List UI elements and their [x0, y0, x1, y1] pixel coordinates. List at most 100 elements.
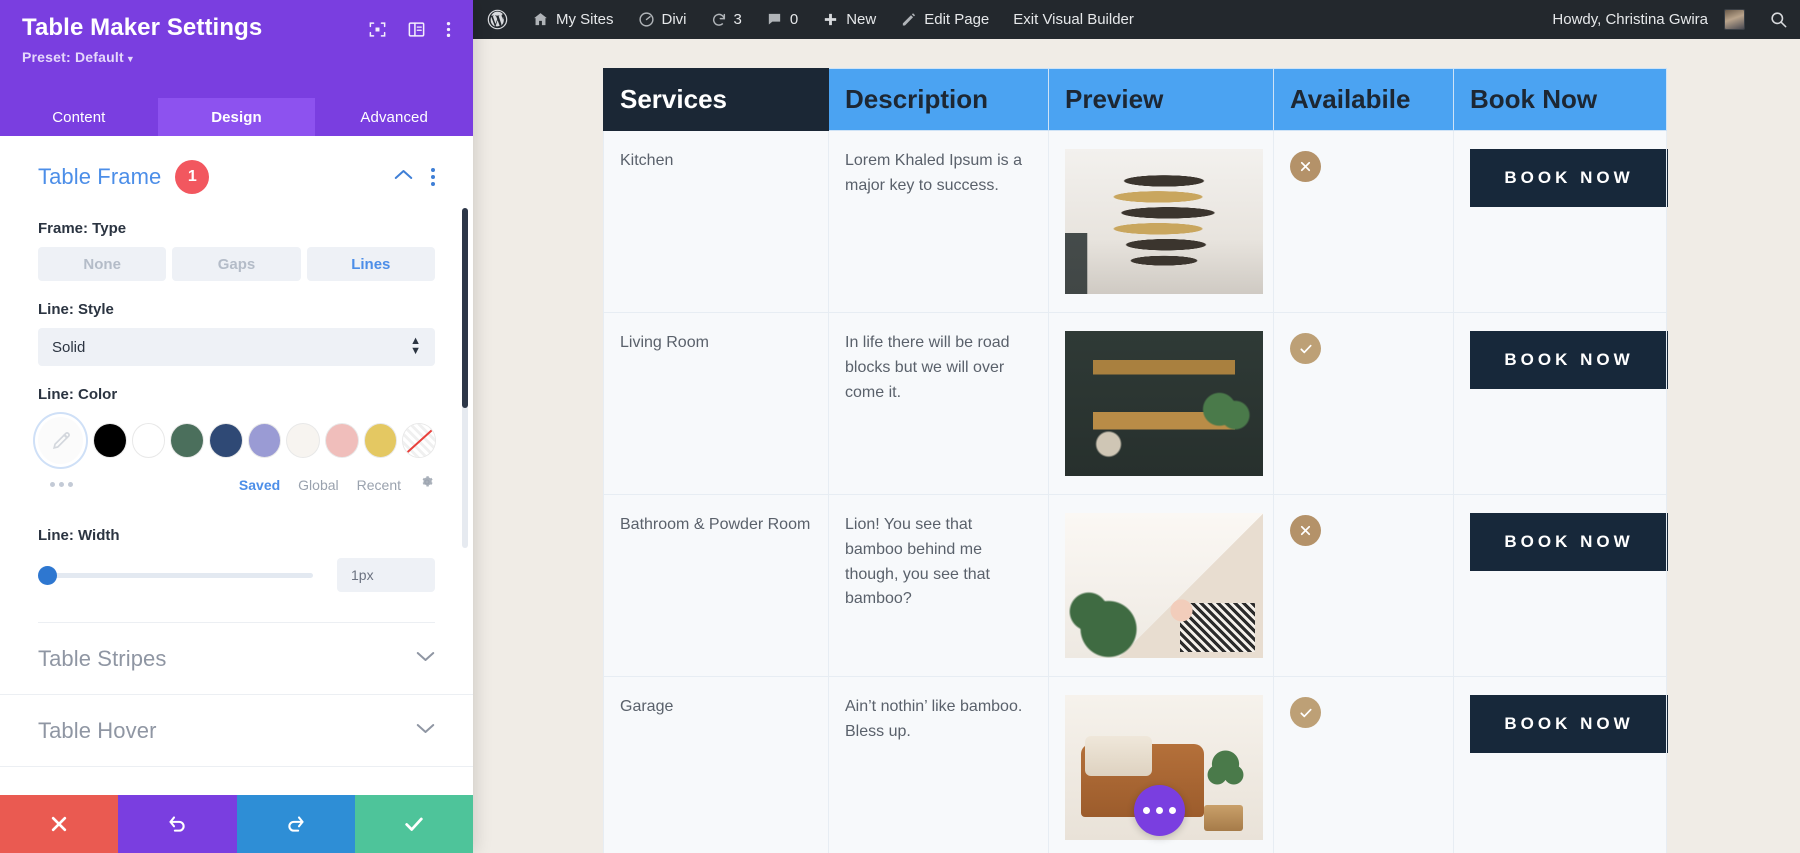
- cell-available: [1274, 131, 1454, 313]
- book-now-button[interactable]: BOOK NOW: [1470, 331, 1668, 389]
- sites-icon: [532, 11, 549, 28]
- palette-tab-global[interactable]: Global: [298, 477, 338, 493]
- wp-my-sites-item[interactable]: My Sites: [520, 0, 626, 39]
- chevron-down-icon[interactable]: [416, 650, 435, 668]
- wp-new-item[interactable]: New: [810, 0, 888, 39]
- color-swatch-green[interactable]: [171, 424, 203, 457]
- color-swatch-offwhite[interactable]: [287, 424, 319, 457]
- avatar: [1724, 9, 1745, 30]
- section-header-table-frame[interactable]: Table Frame 1: [38, 136, 435, 200]
- cell-book: BOOK NOW: [1454, 495, 1667, 677]
- save-button[interactable]: [355, 795, 473, 853]
- redo-button[interactable]: [237, 795, 355, 853]
- more-vertical-icon[interactable]: [431, 168, 435, 186]
- wp-updates-item[interactable]: 3: [699, 0, 754, 39]
- color-swatch-white[interactable]: [133, 424, 165, 457]
- page-canvas: Services Description Preview Availabile …: [473, 39, 1800, 853]
- available-icon: [1290, 697, 1321, 728]
- check-icon: [403, 813, 425, 835]
- cell-description: Lorem Khaled Ipsum is a major key to suc…: [829, 131, 1049, 313]
- palette-tab-saved[interactable]: Saved: [239, 477, 280, 493]
- ellipsis-icon: [1156, 807, 1163, 814]
- table-body: Kitchen Lorem Khaled Ipsum is a major ke…: [604, 131, 1667, 853]
- wp-comments-item[interactable]: 0: [754, 0, 810, 39]
- book-now-button[interactable]: BOOK NOW: [1470, 149, 1668, 207]
- line-style-select[interactable]: Solid ▲▼: [38, 328, 435, 366]
- section-table-frame: Table Frame 1 Frame: Type None Gaps Line…: [0, 136, 473, 623]
- wp-exit-visual-builder-item[interactable]: Exit Visual Builder: [1001, 0, 1146, 39]
- wp-edit-page-item[interactable]: Edit Page: [888, 0, 1001, 39]
- undo-button[interactable]: [118, 795, 236, 853]
- table-header-row: Services Description Preview Availabile …: [604, 69, 1667, 131]
- cancel-button[interactable]: [0, 795, 118, 853]
- frame-type-option-none[interactable]: None: [38, 247, 166, 281]
- wp-search-button[interactable]: [1757, 0, 1800, 39]
- section-title-table-hover: Table Hover: [38, 718, 157, 744]
- color-swatch-none[interactable]: [403, 424, 435, 457]
- preset-selector[interactable]: Preset: Default▼: [22, 49, 451, 65]
- section-table-stripes[interactable]: Table Stripes: [0, 623, 473, 695]
- column-header-services: Services: [604, 69, 829, 131]
- cell-description: Lion! You see that bamboo behind me thou…: [829, 495, 1049, 677]
- wp-logo-item[interactable]: [473, 0, 520, 39]
- wp-my-sites-label: My Sites: [556, 11, 614, 28]
- scrollbar-thumb[interactable]: [462, 208, 468, 408]
- chevron-up-icon[interactable]: [394, 168, 413, 186]
- settings-title-row: Table Maker Settings: [22, 14, 451, 44]
- cell-description: In life there will be road blocks but we…: [829, 313, 1049, 495]
- line-color-label: Line: Color: [38, 386, 435, 403]
- ellipsis-icon: [1143, 807, 1150, 814]
- book-now-button[interactable]: BOOK NOW: [1470, 695, 1668, 753]
- table-maker-module: Services Description Preview Availabile …: [473, 39, 1800, 853]
- wp-admin-bar: My Sites Divi 3 0 New: [473, 0, 1800, 39]
- preview-image-kitchen: [1065, 149, 1263, 294]
- gear-icon[interactable]: [419, 474, 435, 495]
- wp-account-item[interactable]: Howdy, Christina Gwira: [1538, 0, 1757, 39]
- color-swatch-black[interactable]: [94, 424, 126, 457]
- layout-icon[interactable]: [407, 20, 426, 44]
- color-picker-button[interactable]: [38, 417, 83, 464]
- wp-comments-count: 0: [790, 11, 798, 28]
- line-width-slider[interactable]: [38, 573, 313, 578]
- unavailable-icon: [1290, 515, 1321, 546]
- cell-description: Ain’t nothin’ like bamboo. Bless up.: [829, 677, 1049, 853]
- book-now-button[interactable]: BOOK NOW: [1470, 513, 1668, 571]
- frame-type-option-gaps[interactable]: Gaps: [172, 247, 300, 281]
- settings-footer: [0, 795, 473, 853]
- cell-service: Kitchen: [604, 131, 829, 313]
- more-horizontal-icon[interactable]: [50, 482, 73, 487]
- section-actions: [416, 650, 435, 668]
- wp-divi-item[interactable]: Divi: [626, 0, 699, 39]
- frame-type-option-lines[interactable]: Lines: [307, 247, 435, 281]
- line-width-label: Line: Width: [38, 527, 435, 544]
- color-swatch-periwinkle[interactable]: [249, 424, 281, 457]
- ellipsis-icon: [1169, 807, 1176, 814]
- section-table-hover[interactable]: Table Hover: [0, 695, 473, 767]
- table-maker-settings-panel: Table Maker Settings: [0, 0, 473, 853]
- frame-type-label: Frame: Type: [38, 220, 435, 237]
- color-swatch-navy[interactable]: [210, 424, 242, 457]
- table-row: Bathroom & Powder Room Lion! You see tha…: [604, 495, 1667, 677]
- wp-admin-bar-right: Howdy, Christina Gwira: [1538, 0, 1800, 39]
- tab-design[interactable]: Design: [158, 98, 316, 136]
- column-header-preview: Preview: [1049, 69, 1274, 131]
- slider-knob[interactable]: [38, 566, 57, 585]
- palette-tab-recent[interactable]: Recent: [357, 477, 401, 493]
- unavailable-icon: [1290, 151, 1321, 182]
- color-swatch-pink[interactable]: [326, 424, 358, 457]
- chevron-down-icon[interactable]: [416, 722, 435, 740]
- line-style-value: Solid: [52, 339, 85, 356]
- section-title-table-stripes: Table Stripes: [38, 646, 166, 672]
- palette-tabs: Saved Global Recent: [239, 474, 435, 495]
- cell-available: [1274, 677, 1454, 853]
- color-swatch-gold[interactable]: [365, 424, 397, 457]
- wp-exit-visual-builder-label: Exit Visual Builder: [1013, 11, 1134, 28]
- page-settings-fab[interactable]: [1134, 785, 1185, 836]
- tab-advanced[interactable]: Advanced: [315, 98, 473, 136]
- page-title: Table Maker Settings: [22, 14, 262, 43]
- plus-icon: [822, 11, 839, 28]
- tab-content[interactable]: Content: [0, 98, 158, 136]
- more-vertical-icon[interactable]: [446, 20, 451, 44]
- focus-icon[interactable]: [368, 20, 387, 44]
- line-width-value[interactable]: 1px: [337, 558, 435, 592]
